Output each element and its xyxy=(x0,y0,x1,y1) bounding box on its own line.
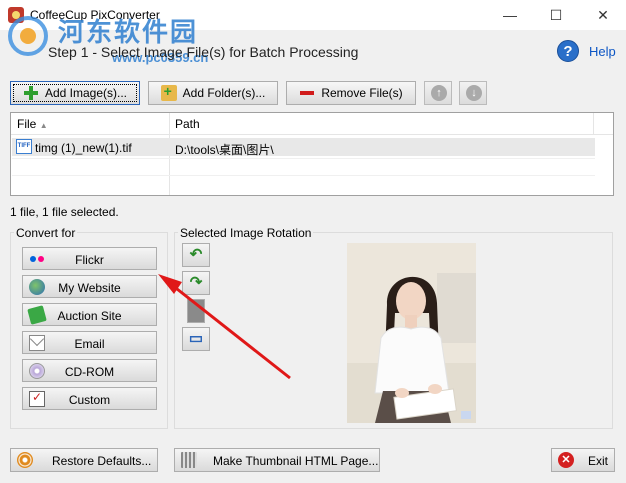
button-label: Restore Defaults... xyxy=(52,454,152,468)
exit-button[interactable]: ✕ Exit xyxy=(551,448,615,472)
button-label: Make Thumbnail HTML Page... xyxy=(213,454,379,468)
restore-icon xyxy=(17,452,33,468)
make-thumbnail-button[interactable]: Make Thumbnail HTML Page... xyxy=(174,448,380,472)
exit-icon: ✕ xyxy=(558,452,574,468)
restore-defaults-button[interactable]: Restore Defaults... xyxy=(10,448,158,472)
button-label: Exit xyxy=(588,454,609,468)
thumbnail-grid-icon xyxy=(181,452,197,468)
annotation-arrow xyxy=(158,274,291,380)
